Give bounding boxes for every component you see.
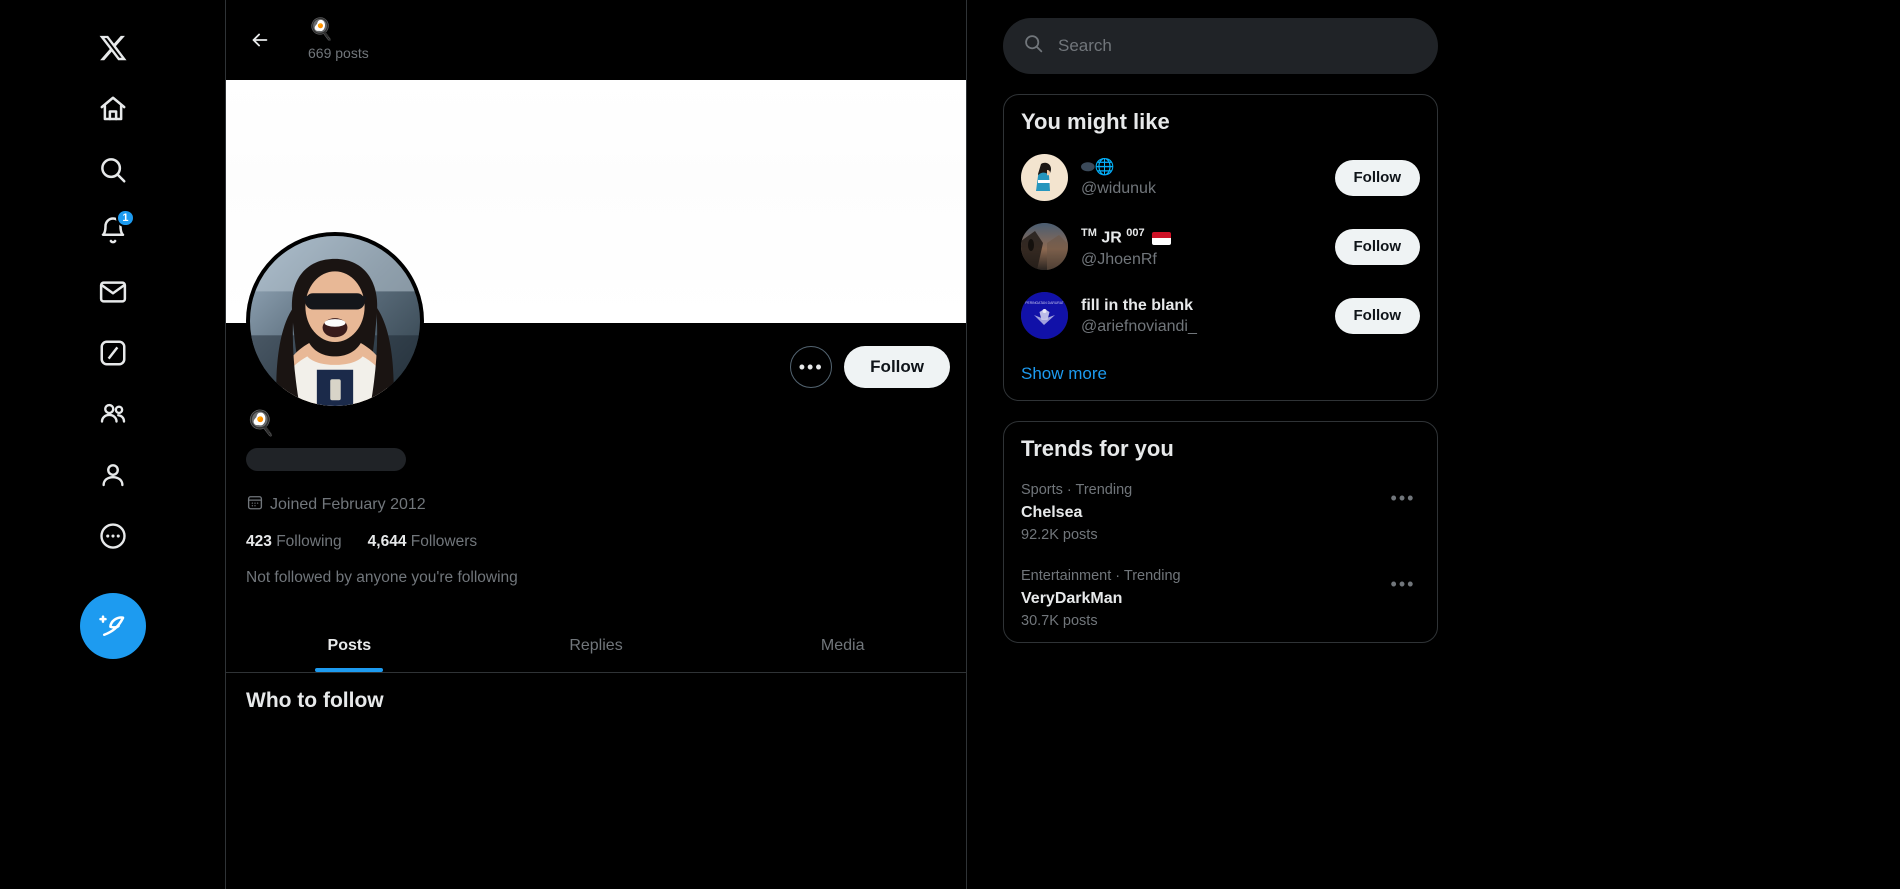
trend-category: Sports · Trending xyxy=(1021,482,1133,498)
sidebar-item-communities[interactable] xyxy=(87,388,139,440)
profile-header-titles: 🍳 669 posts xyxy=(308,17,369,64)
avatar xyxy=(1021,223,1068,270)
calendar-icon xyxy=(246,493,264,516)
profile-follow-button[interactable]: Follow xyxy=(844,346,950,388)
followers-count: 4,644 xyxy=(367,533,407,550)
avatar xyxy=(1021,154,1068,201)
primary-navigation-rail: 1 xyxy=(0,0,225,889)
search-input[interactable] xyxy=(1058,36,1418,56)
profile-display-name: 🍳 xyxy=(246,410,276,437)
search-bar[interactable] xyxy=(1003,18,1438,74)
suggested-account-name: fill in the blank xyxy=(1081,296,1194,314)
profile-details: 🍳 Joined February 2012 423 Following 4,6… xyxy=(226,409,966,587)
sidebar-item-notifications[interactable]: 1 xyxy=(87,205,139,257)
trend-name: VeryDarkMan xyxy=(1021,590,1123,607)
trend-item[interactable]: Entertainment · Trending VeryDarkMan 30.… xyxy=(1004,556,1437,642)
trend-more-icon[interactable]: ••• xyxy=(1386,567,1420,601)
follow-button[interactable]: Follow xyxy=(1334,159,1420,196)
trend-item-text: Sports · Trending Chelsea 92.2K posts xyxy=(1021,481,1132,545)
following-stat[interactable]: 423 Following xyxy=(246,533,342,551)
not-followed-note: Not followed by anyone you're following xyxy=(246,569,518,586)
sidebar-item-messages[interactable] xyxy=(87,266,139,318)
indonesia-flag-icon xyxy=(1152,231,1172,245)
trend-name: Chelsea xyxy=(1021,504,1083,521)
follow-button[interactable]: Follow xyxy=(1334,297,1420,334)
right-sidebar: You might like ⬬🌐 @widunuk Follow xyxy=(1003,0,1438,889)
profile-actions: ••• Follow xyxy=(226,323,966,399)
notifications-badge: 1 xyxy=(116,209,135,227)
trend-category: Entertainment · Trending xyxy=(1021,568,1181,584)
profile-header-display-name: 🍳 xyxy=(308,17,335,41)
search-icon xyxy=(1023,33,1044,59)
trend-post-count: 92.2K posts xyxy=(1021,527,1098,543)
following-count: 423 xyxy=(246,533,272,550)
suggested-account-text: fill in the blank @ariefnoviandi_ xyxy=(1081,295,1322,337)
sidebar-item-explore[interactable] xyxy=(87,144,139,196)
suggested-account-row[interactable]: PERINGATAN DARURAT fill in the blank @ar… xyxy=(1004,281,1437,350)
suggested-account-row[interactable]: TM JR 007 @JhoenRf Follow xyxy=(1004,212,1437,281)
suggested-account-handle: @widunuk xyxy=(1081,179,1156,197)
svg-text:PERINGATAN DARURAT: PERINGATAN DARURAT xyxy=(1025,301,1064,305)
suggested-account-name: TM JR 007 xyxy=(1081,223,1322,248)
profile-tabs: Posts Replies Media xyxy=(226,619,966,673)
trend-item[interactable]: Sports · Trending Chelsea 92.2K posts ••… xyxy=(1004,470,1437,556)
sidebar-item-profile[interactable] xyxy=(87,449,139,501)
who-to-follow-heading: Who to follow xyxy=(246,689,384,712)
suggested-account-handle: @JhoenRf xyxy=(1081,250,1157,268)
you-might-like-card: You might like ⬬🌐 @widunuk Follow TM JR … xyxy=(1003,94,1438,401)
suggested-account-row[interactable]: ⬬🌐 @widunuk Follow xyxy=(1004,143,1437,212)
trends-title: Trends for you xyxy=(1021,436,1174,461)
compose-post-button[interactable] xyxy=(79,593,146,659)
profile-post-count: 669 posts xyxy=(308,44,369,61)
trend-more-icon[interactable]: ••• xyxy=(1386,481,1420,515)
trend-post-count: 30.7K posts xyxy=(1021,613,1098,629)
profile-joined-date: Joined February 2012 xyxy=(246,493,946,516)
show-more-link[interactable]: Show more xyxy=(1004,350,1437,400)
trend-item-text: Entertainment · Trending VeryDarkMan 30.… xyxy=(1021,567,1181,631)
profile-column: 🍳 669 posts ••• Follow 🍳 Joined February… xyxy=(225,0,967,889)
profile-handle-skeleton xyxy=(246,448,406,471)
sidebar-item-more[interactable] xyxy=(87,510,139,562)
joined-text: Joined February 2012 xyxy=(270,495,426,513)
suggested-account-text: TM JR 007 @JhoenRf xyxy=(1081,223,1322,269)
back-arrow-icon[interactable] xyxy=(242,22,278,58)
followers-stat[interactable]: 4,644 Followers xyxy=(368,533,477,551)
more-dots-icon: ••• xyxy=(798,357,824,377)
tab-posts[interactable]: Posts xyxy=(226,619,473,672)
tab-replies[interactable]: Replies xyxy=(473,619,720,672)
trends-card: Trends for you Sports · Trending Chelsea… xyxy=(1003,421,1438,643)
following-label: Following xyxy=(276,533,342,550)
you-might-like-title: You might like xyxy=(1021,109,1170,134)
avatar: PERINGATAN DARURAT xyxy=(1021,292,1068,339)
tab-media[interactable]: Media xyxy=(719,619,966,672)
follow-button[interactable]: Follow xyxy=(1334,228,1420,265)
suggested-account-handle: @ariefnoviandi_ xyxy=(1081,317,1197,335)
followers-label: Followers xyxy=(410,533,478,550)
x-profile-page: 1 🍳 669 posts ••• Follow 🍳 Joined Februa… xyxy=(0,0,1900,889)
suggested-account-name: ⬬🌐 xyxy=(1081,158,1115,176)
profile-top-bar: 🍳 669 posts xyxy=(226,0,966,80)
profile-stats: 423 Following 4,644 Followers xyxy=(246,533,946,551)
sidebar-item-grok[interactable] xyxy=(87,327,139,379)
sidebar-item-home[interactable] xyxy=(87,83,139,135)
profile-more-button[interactable]: ••• xyxy=(790,346,833,388)
x-logo-icon[interactable] xyxy=(87,22,139,74)
suggested-account-text: ⬬🌐 @widunuk xyxy=(1081,157,1322,199)
